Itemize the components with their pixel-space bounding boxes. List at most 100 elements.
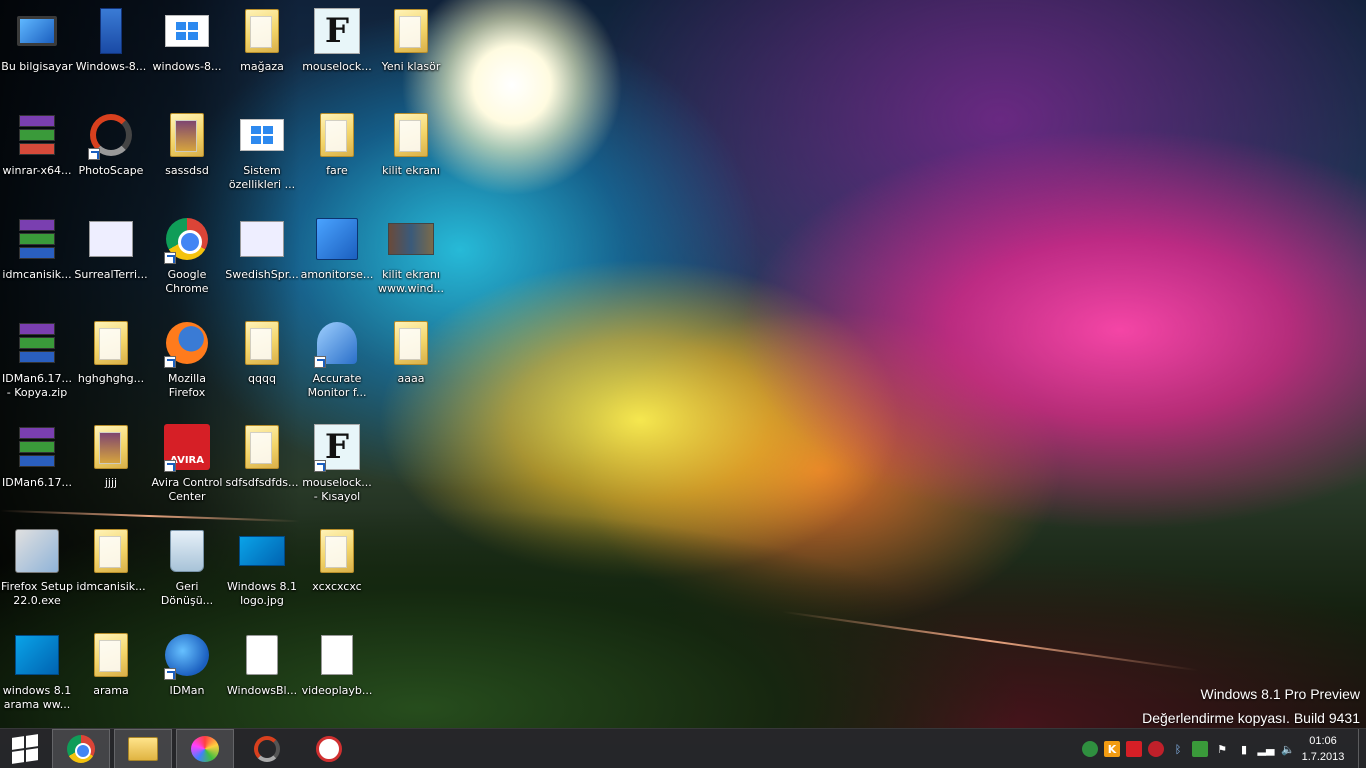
taskbar-clock[interactable]: 01:06 1.7.2013 bbox=[1298, 733, 1348, 765]
battery-icon[interactable]: ▮ bbox=[1236, 741, 1252, 757]
desktop-icon-label: mouselock... - Kısayol bbox=[302, 476, 372, 503]
desktop-icon[interactable]: sassdsd bbox=[150, 104, 224, 204]
desktop-icon-label: jjjj bbox=[104, 476, 118, 489]
desktop-icon-label: Sistem özellikleri ... bbox=[228, 164, 296, 191]
desktop-icon[interactable]: hghghghg... bbox=[74, 312, 148, 412]
desktop-icon[interactable]: aaaa bbox=[374, 312, 448, 412]
chrome-icon bbox=[162, 214, 212, 264]
image-thumbnails-icon bbox=[386, 214, 436, 264]
desktop-icon[interactable]: IDMan6.17... - Kopya.zip bbox=[0, 312, 74, 412]
desktop-icon-label: IDMan6.17... bbox=[2, 476, 72, 489]
photoscape-icon bbox=[254, 736, 280, 762]
taskbar-file-explorer[interactable] bbox=[114, 729, 172, 768]
desktop-icon-label: Mozilla Firefox bbox=[168, 372, 206, 399]
flag-icon[interactable]: ⚑ bbox=[1214, 741, 1230, 757]
desktop-icon[interactable]: PhotoScape bbox=[74, 104, 148, 204]
clock-date: 1.7.2013 bbox=[1301, 751, 1345, 763]
desktop-icon[interactable]: videoplayb... bbox=[300, 624, 374, 724]
desktop-icon[interactable]: Bu bilgisayar bbox=[0, 0, 74, 100]
desktop-icon-label: arama bbox=[93, 684, 129, 697]
desktop-icon[interactable]: idmcanisik... bbox=[0, 208, 74, 308]
desktop-icon[interactable]: SwedishSpr... bbox=[225, 208, 299, 308]
keyboard-k-icon[interactable]: K bbox=[1104, 741, 1120, 757]
desktop-icon[interactable]: qqqq bbox=[225, 312, 299, 412]
installer-icon bbox=[312, 214, 362, 264]
desktop-icon-label: xcxcxcxc bbox=[312, 580, 362, 593]
desktop-icon[interactable]: sdfsdfsdfds... bbox=[225, 416, 299, 516]
desktop-icon[interactable]: WindowsBl... bbox=[225, 624, 299, 724]
desktop-icon[interactable]: xcxcxcxc bbox=[300, 520, 374, 620]
desktop-icon[interactable]: idmcanisik... bbox=[74, 520, 148, 620]
folder-icon bbox=[86, 422, 136, 472]
network-globe-icon[interactable] bbox=[1082, 741, 1098, 757]
desktop-icon[interactable]: IDMan bbox=[150, 624, 224, 724]
desktop-icon-label: WindowsBl... bbox=[226, 684, 298, 697]
antivirus-tray-icon[interactable] bbox=[1148, 741, 1164, 757]
desktop-icon[interactable]: kilit ekranı bbox=[374, 104, 448, 204]
desktop-icon-label: SurrealTerri... bbox=[74, 268, 148, 281]
desktop-icon-label: Windows-8... bbox=[75, 60, 147, 73]
taskbar: K ᛒ ⚑ ▮ ▂▄ 🔈 01:06 1.7.2013 bbox=[0, 728, 1366, 768]
system-tray: K ᛒ ⚑ ▮ ▂▄ 🔈 bbox=[1082, 729, 1296, 768]
desktop-icon-label: idmcanisik... bbox=[2, 268, 72, 281]
show-desktop-button[interactable] bbox=[1358, 729, 1366, 768]
desktop-icon[interactable]: winrar-x64... bbox=[0, 104, 74, 204]
desktop-icon-label: IDMan6.17... - Kopya.zip bbox=[2, 372, 72, 399]
desktop-icon[interactable]: F mouselock... bbox=[300, 0, 374, 100]
desktop-icon[interactable]: jjjj bbox=[74, 416, 148, 516]
desktop-icon[interactable]: mağaza bbox=[225, 0, 299, 100]
watermark-edition: Windows 8.1 Pro Preview bbox=[1200, 686, 1360, 702]
folder-icon bbox=[312, 526, 362, 576]
taskbar-snipping-tool[interactable] bbox=[300, 729, 358, 768]
desktop-icon[interactable]: arama bbox=[74, 624, 148, 724]
desktop-icon-label: videoplayb... bbox=[301, 684, 373, 697]
taskbar-photoscape[interactable] bbox=[238, 729, 296, 768]
folder-icon bbox=[86, 630, 136, 680]
desktop-icon[interactable]: Accurate Monitor f... bbox=[300, 312, 374, 412]
folder-icon bbox=[312, 110, 362, 160]
desktop-icon[interactable]: SurrealTerri... bbox=[74, 208, 148, 308]
start-button[interactable] bbox=[0, 729, 50, 768]
desktop-icon[interactable]: Firefox Setup 22.0.exe bbox=[0, 520, 74, 620]
desktop-icon[interactable]: Google Chrome bbox=[150, 208, 224, 308]
desktop-icon-label: kilit ekranı bbox=[382, 164, 440, 177]
security-shield-icon[interactable] bbox=[1192, 741, 1208, 757]
desktop-icon[interactable]: Yeni klasör bbox=[374, 0, 448, 100]
desktop-icon[interactable]: Geri Dönüşü... bbox=[150, 520, 224, 620]
bluetooth-icon[interactable]: ᛒ bbox=[1170, 741, 1186, 757]
recycle-bin-icon bbox=[162, 526, 212, 576]
volume-icon[interactable]: 🔈 bbox=[1280, 741, 1296, 757]
desktop-icon-label: Yeni klasör bbox=[381, 60, 441, 73]
desktop-icon[interactable]: IDMan6.17... bbox=[0, 416, 74, 516]
disc-image-icon bbox=[237, 630, 287, 680]
desktop-icon[interactable]: amonitorse... bbox=[300, 208, 374, 308]
signal-icon[interactable]: ▂▄ bbox=[1258, 741, 1275, 757]
folder-icon bbox=[386, 6, 436, 56]
desktop-icon-label: winrar-x64... bbox=[2, 164, 72, 177]
desktop-icon-label: kilit ekranı www.wind... bbox=[378, 268, 444, 295]
desktop-icon[interactable]: Windows-8... bbox=[74, 0, 148, 100]
desktop-icon[interactable]: F mouselock... - Kısayol bbox=[300, 416, 374, 516]
desktop-icon-label: mağaza bbox=[240, 60, 284, 73]
desktop-icon-label: Google Chrome bbox=[165, 268, 209, 295]
desktop-icon[interactable]: Windows 8.1 logo.jpg bbox=[225, 520, 299, 620]
desktop-icon-label: fare bbox=[326, 164, 348, 177]
desktop-icon-label: windows-8... bbox=[152, 60, 222, 73]
surreal-app-icon bbox=[237, 214, 287, 264]
desktop-icon[interactable]: windows 8.1 arama ww... bbox=[0, 624, 74, 724]
taskbar-chrome[interactable] bbox=[52, 729, 110, 768]
folder-icon bbox=[237, 6, 287, 56]
desktop-icon[interactable]: AVIRA Avira Control Center bbox=[150, 416, 224, 516]
desktop-icon[interactable]: fare bbox=[300, 104, 374, 204]
phone-document-icon bbox=[86, 6, 136, 56]
desktop-icon[interactable]: Sistem özellikleri ... bbox=[225, 104, 299, 204]
desktop-icon[interactable]: windows-8... bbox=[150, 0, 224, 100]
firefox-icon bbox=[162, 318, 212, 368]
desktop-icon[interactable]: Mozilla Firefox bbox=[150, 312, 224, 412]
blank-document-icon bbox=[312, 630, 362, 680]
avira-tray-icon[interactable] bbox=[1126, 741, 1142, 757]
snipping-tool-icon bbox=[316, 736, 342, 762]
desktop-icon[interactable]: kilit ekranı www.wind... bbox=[374, 208, 448, 308]
folder-icon bbox=[237, 318, 287, 368]
taskbar-paint[interactable] bbox=[176, 729, 234, 768]
